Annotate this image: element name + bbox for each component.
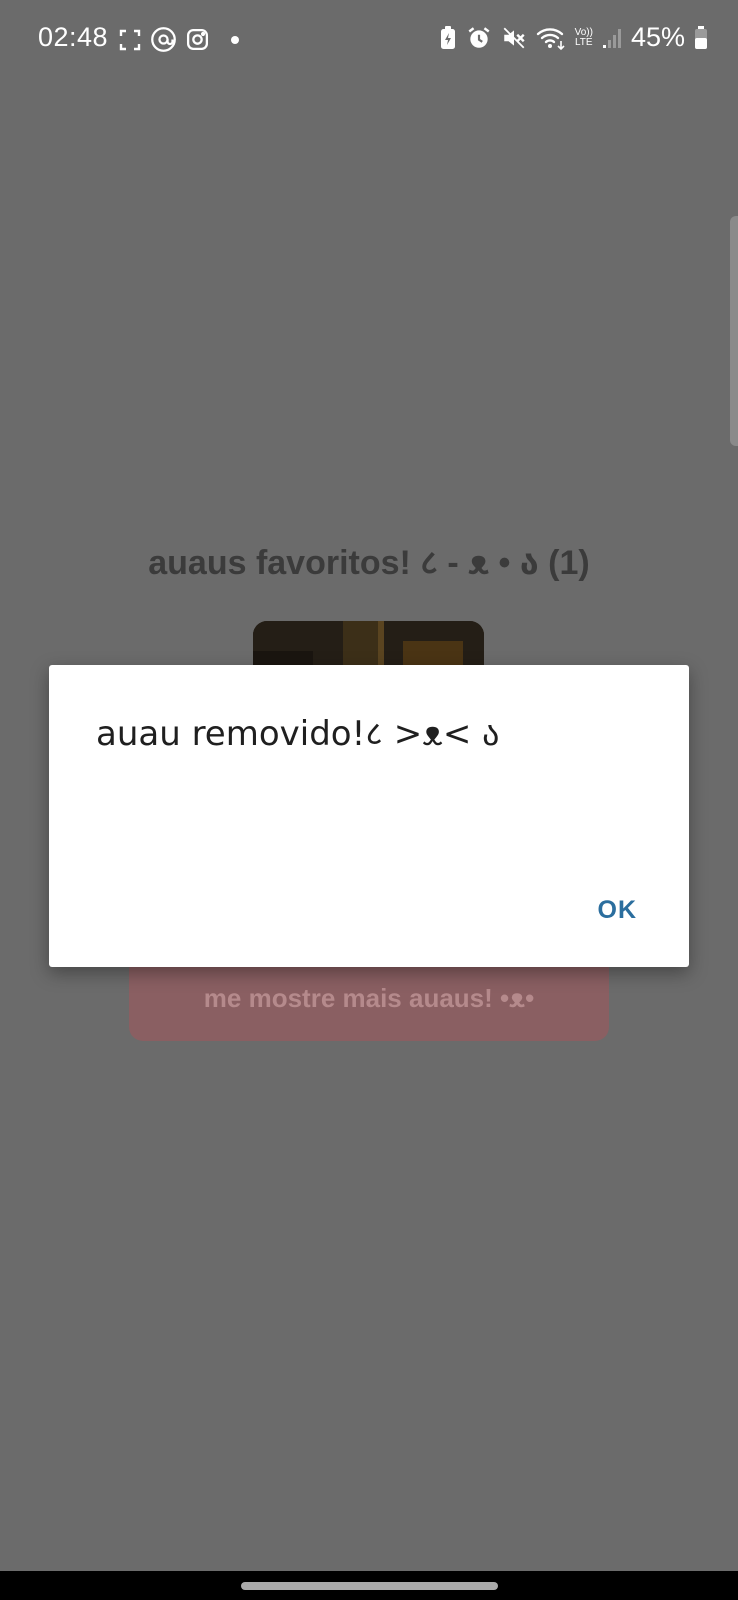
screenshot-icon	[118, 28, 142, 52]
battery-percent: 45%	[630, 22, 685, 52]
status-time: 02:48	[38, 22, 109, 52]
show-more-dogs-button[interactable]: me mostre mais auaus! •ᴥ•	[129, 955, 609, 1041]
status-right-icons: Vo)) LTE 45%	[439, 22, 708, 53]
lte-label: LTE	[574, 36, 593, 48]
threads-icon	[150, 26, 177, 53]
page-title: auaus favoritos! ८ - ᴥ • ა (1)	[148, 544, 590, 582]
dialog-message: auau removido!८ >ᴥ< ა	[96, 714, 500, 754]
wifi-icon	[536, 25, 566, 51]
dialog-ok-button[interactable]: OK	[588, 888, 648, 933]
removed-alert-dialog: auau removido!८ >ᴥ< ა OK	[49, 665, 689, 967]
status-left-icons	[118, 26, 240, 53]
signal-icon	[602, 27, 622, 49]
home-gesture-handle[interactable]	[241, 1582, 498, 1590]
battery-icon	[694, 25, 708, 50]
notification-dot-icon	[230, 35, 240, 45]
instagram-icon	[185, 27, 210, 52]
navigation-bar	[0, 1571, 738, 1600]
volte-lte-icon: Vo)) LTE	[574, 26, 593, 48]
volte-label: Vo))	[574, 26, 593, 38]
scroll-indicator[interactable]	[730, 216, 738, 446]
mute-icon	[501, 25, 527, 51]
screen: 02:48 Vo)) LTE 45% auaus favoritos! ८ - …	[0, 0, 738, 1600]
alarm-icon	[466, 25, 492, 51]
status-bar: 02:48 Vo)) LTE 45%	[0, 0, 738, 80]
battery-saver-icon	[439, 25, 457, 51]
